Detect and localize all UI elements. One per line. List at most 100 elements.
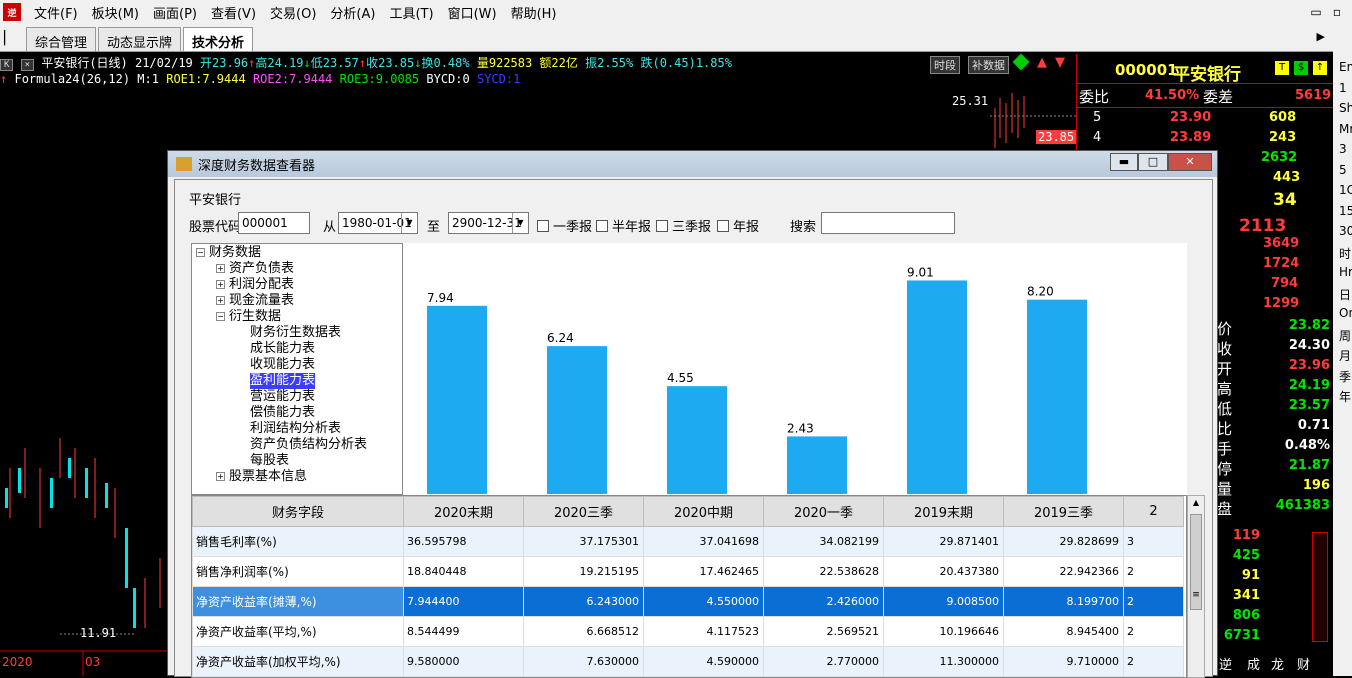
tree-item[interactable]: 偿债能力表 <box>250 405 315 421</box>
tabbar-scroll-left-icon[interactable]: ▏ <box>0 31 24 51</box>
tab-dynamic-board[interactable]: 动态显示牌 <box>98 27 182 51</box>
tree-item[interactable]: 每股表 <box>250 453 289 469</box>
tab-finance[interactable]: 财 <box>1297 654 1310 673</box>
menu-window[interactable]: 窗口(W) <box>441 3 504 22</box>
up-arrow-icon[interactable]: ▲ <box>1037 55 1047 70</box>
table-row[interactable]: 净资产收益率(加权平均,%) 9.580000 7.630000 4.590000 2.… <box>192 646 1184 677</box>
tree-root[interactable]: − 财务数据 <box>196 245 261 261</box>
table-row[interactable]: 净资产收益率(平均,%) 8.544499 6.668512 4.117523 2.56… <box>192 616 1184 647</box>
table-row[interactable]: 销售净利润率(%) 18.840448 19.215195 17.462465 22.5… <box>192 556 1184 587</box>
menu-file[interactable]: 文件(F) <box>27 3 85 22</box>
period-item[interactable]: 周 <box>1339 327 1352 345</box>
column-header[interactable]: 2020中期 <box>643 496 764 527</box>
close-chart-icon[interactable]: × <box>20 59 35 71</box>
bar[interactable] <box>907 280 967 494</box>
arrow-icon[interactable]: ↑ <box>1313 61 1327 75</box>
scroll-thumb[interactable]: ≡ <box>1190 514 1202 610</box>
s-icon[interactable]: $ <box>1294 61 1308 75</box>
menu-tools[interactable]: 工具(T) <box>382 3 440 22</box>
tree-item[interactable]: 利润结构分析表 <box>250 421 341 437</box>
column-header[interactable]: 2 <box>1123 496 1184 527</box>
period-item[interactable]: Sh <box>1339 101 1352 119</box>
menu-sector[interactable]: 板块(M) <box>85 3 146 22</box>
minimize-icon[interactable]: ▭ <box>1307 3 1325 21</box>
tree-group[interactable]: + 利润分配表 <box>216 277 294 293</box>
period-item[interactable]: 15 <box>1339 204 1352 222</box>
column-header[interactable]: 2020三季 <box>523 496 644 527</box>
period-item[interactable]: 1 <box>1339 81 1352 99</box>
period-item[interactable]: En <box>1339 60 1352 78</box>
tree-group[interactable]: + 资产负债表 <box>216 261 294 277</box>
maximize-icon[interactable]: □ <box>1138 153 1168 171</box>
period-item[interactable]: 3 <box>1339 142 1352 160</box>
tab-technical-analysis[interactable]: 技术分析 <box>183 27 254 51</box>
menu-help[interactable]: 帮助(H) <box>504 3 564 22</box>
k-icon[interactable]: K <box>0 59 14 71</box>
table-row[interactable]: 销售毛利率(%) 36.595798 37.175301 37.041698 34.08… <box>192 526 1184 557</box>
menu-view-layout[interactable]: 画面(P) <box>146 3 204 22</box>
menu-view[interactable]: 查看(V) <box>204 3 263 22</box>
scroll-up-icon[interactable]: ▲ <box>1188 496 1204 510</box>
tabbar-scroll-right-icon[interactable]: ▶ <box>1317 30 1325 43</box>
tree-group[interactable]: + 股票基本信息 <box>216 469 307 485</box>
bar[interactable] <box>787 436 847 494</box>
period-item[interactable]: 1C <box>1339 183 1352 201</box>
table-vertical-scrollbar[interactable]: ▲ ≡ <box>1187 495 1205 678</box>
period-item[interactable]: Hr <box>1339 265 1352 283</box>
bar-value-label: 4.55 <box>667 371 694 385</box>
column-header[interactable]: 2020一季 <box>763 496 884 527</box>
tree-item[interactable]: 资产负债结构分析表 <box>250 437 367 453</box>
down-arrow-icon[interactable]: ▼ <box>1055 55 1065 70</box>
tree-group[interactable]: − 衍生数据 <box>216 309 281 325</box>
period-item[interactable]: Mr <box>1339 122 1352 140</box>
checkbox-annual[interactable]: 年报 <box>717 216 759 235</box>
value-cell: 2 <box>1123 646 1184 677</box>
tab-reverse[interactable]: 逆 <box>1219 654 1232 673</box>
tab-dragon[interactable]: 龙 <box>1271 654 1284 673</box>
tree-item[interactable]: 营运能力表 <box>250 389 315 405</box>
formula-name[interactable]: Formula24(26,12) <box>14 72 130 86</box>
column-header[interactable]: 2019末期 <box>883 496 1004 527</box>
bar[interactable] <box>547 346 607 494</box>
period-item[interactable]: 月 <box>1339 347 1352 365</box>
tab-overview[interactable]: 综合管理 <box>26 27 97 51</box>
bar[interactable] <box>427 305 487 494</box>
tree-item-selected[interactable]: 盈利能力表 <box>250 373 316 389</box>
search-input[interactable] <box>821 212 955 234</box>
minimize-icon[interactable]: ▬ <box>1110 153 1138 171</box>
ticks-scrollbar[interactable] <box>1312 532 1328 642</box>
column-header[interactable]: 2020末期 <box>403 496 524 527</box>
table-row[interactable]: 净资产收益率(摊薄,%) 7.944400 6.243000 4.550000 2.42… <box>192 586 1184 617</box>
period-item[interactable]: 5 <box>1339 163 1352 181</box>
period-item[interactable]: On <box>1339 306 1352 324</box>
period-item[interactable]: 30 <box>1339 224 1352 242</box>
checkbox-q1[interactable]: 一季报 <box>537 216 592 235</box>
bar[interactable] <box>1027 299 1087 494</box>
dialog-titlebar[interactable]: 深度财务数据查看器 ▬ □ ✕ <box>168 151 1217 177</box>
from-date-select[interactable]: 1980-01-01 ▼ <box>338 212 418 234</box>
period-item[interactable]: 年 <box>1339 388 1352 406</box>
stat-value: 23.96 <box>1288 358 1330 373</box>
bar[interactable] <box>667 386 727 494</box>
close-icon[interactable]: ✕ <box>1168 153 1212 171</box>
bar-chart-area: 7.94 6.24 4.55 2.43 9.01 8.20 <box>403 243 1187 495</box>
column-header[interactable]: 2019三季 <box>1003 496 1124 527</box>
formula-m: M:1 <box>137 72 159 86</box>
restore-icon[interactable]: ▫ <box>1328 3 1346 21</box>
period-item[interactable]: 日 <box>1339 286 1352 304</box>
menu-analysis[interactable]: 分析(A) <box>323 3 382 22</box>
code-input[interactable]: 000001 <box>238 212 310 234</box>
tree-item[interactable]: 财务衍生数据表 <box>250 325 341 341</box>
tree-group[interactable]: + 现金流量表 <box>216 293 294 309</box>
period-item[interactable]: 季 <box>1339 368 1352 386</box>
column-header-field[interactable]: 财务字段 <box>192 496 404 527</box>
t-icon[interactable]: T <box>1275 61 1289 75</box>
menu-trade[interactable]: 交易(O) <box>263 3 323 22</box>
period-item[interactable]: 时 <box>1339 245 1352 263</box>
tab-trades[interactable]: 成 <box>1247 654 1260 673</box>
checkbox-half[interactable]: 半年报 <box>596 216 651 235</box>
checkbox-q3[interactable]: 三季报 <box>656 216 711 235</box>
tree-item[interactable]: 成长能力表 <box>250 341 315 357</box>
to-date-select[interactable]: 2900-12-31 ▼ <box>448 212 529 234</box>
tree-item[interactable]: 收现能力表 <box>250 357 315 373</box>
